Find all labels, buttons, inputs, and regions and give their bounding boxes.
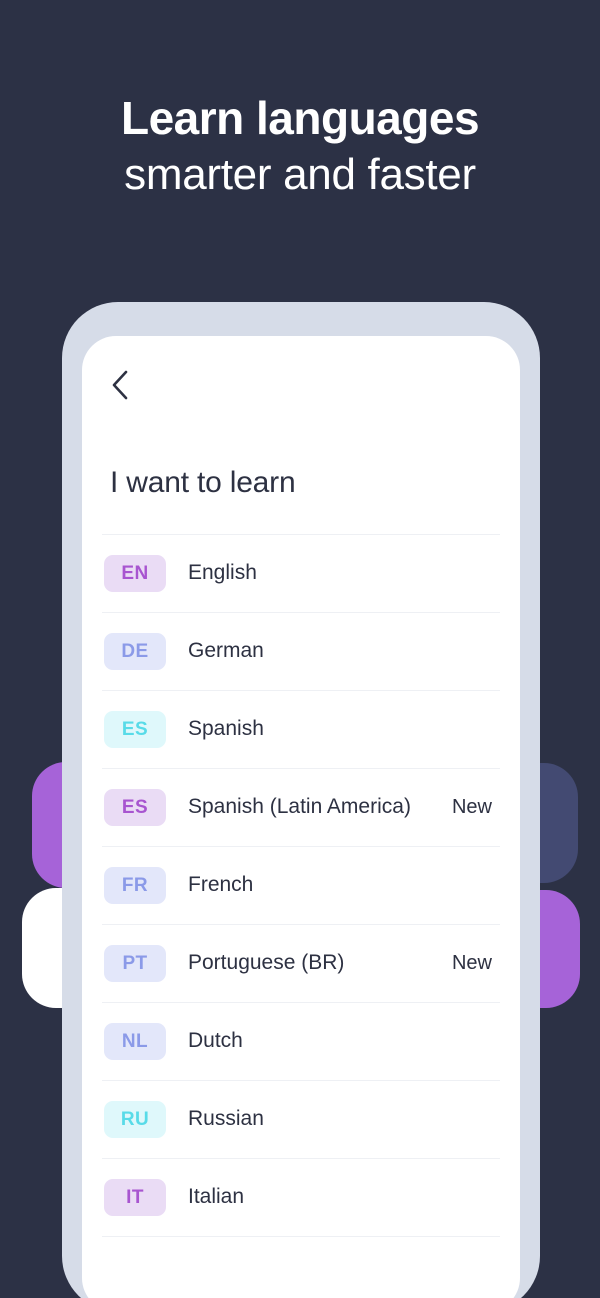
language-row[interactable]: DE German xyxy=(102,612,500,690)
language-code-badge: NL xyxy=(104,1023,166,1060)
back-button[interactable] xyxy=(110,364,152,406)
language-code-badge: RU xyxy=(104,1101,166,1138)
page-title: I want to learn xyxy=(110,466,296,499)
language-code-badge: DE xyxy=(104,633,166,670)
headline-line-primary: Learn languages xyxy=(120,92,480,144)
headline-line-secondary: smarter and faster xyxy=(124,150,476,200)
language-code-badge: PT xyxy=(104,945,166,982)
language-name-label: Russian xyxy=(188,1107,264,1131)
language-row[interactable]: IT Italian xyxy=(102,1158,500,1236)
language-code-badge: IT xyxy=(104,1179,166,1216)
list-end-divider xyxy=(102,1236,500,1237)
language-name-label: Portuguese (BR) xyxy=(188,951,345,975)
language-row[interactable]: ES Spanish xyxy=(102,690,500,768)
hero-headline: Learn languages smarter and faster xyxy=(0,92,600,200)
language-row[interactable]: NL Dutch xyxy=(102,1002,500,1080)
language-code-badge: ES xyxy=(104,711,166,748)
language-list: EN English DE German ES Spanish ES Spanish (Lat… xyxy=(102,534,500,1237)
language-row[interactable]: RU Russian xyxy=(102,1080,500,1158)
language-code-badge: ES xyxy=(104,789,166,826)
phone-screen: I want to learn EN English DE German ES Spani… xyxy=(82,336,520,1298)
language-new-tag: New xyxy=(451,796,492,818)
language-code-badge: FR xyxy=(104,867,166,904)
language-row[interactable]: ES Spanish (Latin America) New xyxy=(102,768,500,846)
language-new-tag: New xyxy=(451,952,492,974)
language-code-badge: EN xyxy=(104,555,166,592)
language-name-label: Spanish (Latin America) xyxy=(188,795,411,819)
language-name-label: Italian xyxy=(188,1185,245,1209)
language-name-label: French xyxy=(188,873,254,897)
language-name-label: Dutch xyxy=(188,1029,243,1053)
language-row[interactable]: EN English xyxy=(102,534,500,612)
language-name-label: English xyxy=(188,561,257,585)
chevron-left-icon xyxy=(112,370,128,400)
language-row[interactable]: FR French xyxy=(102,846,500,924)
language-name-label: German xyxy=(188,639,264,663)
phone-mockup-frame: I want to learn EN English DE German ES Spani… xyxy=(62,302,540,1298)
language-name-label: Spanish xyxy=(188,717,264,741)
language-row[interactable]: PT Portuguese (BR) New xyxy=(102,924,500,1002)
